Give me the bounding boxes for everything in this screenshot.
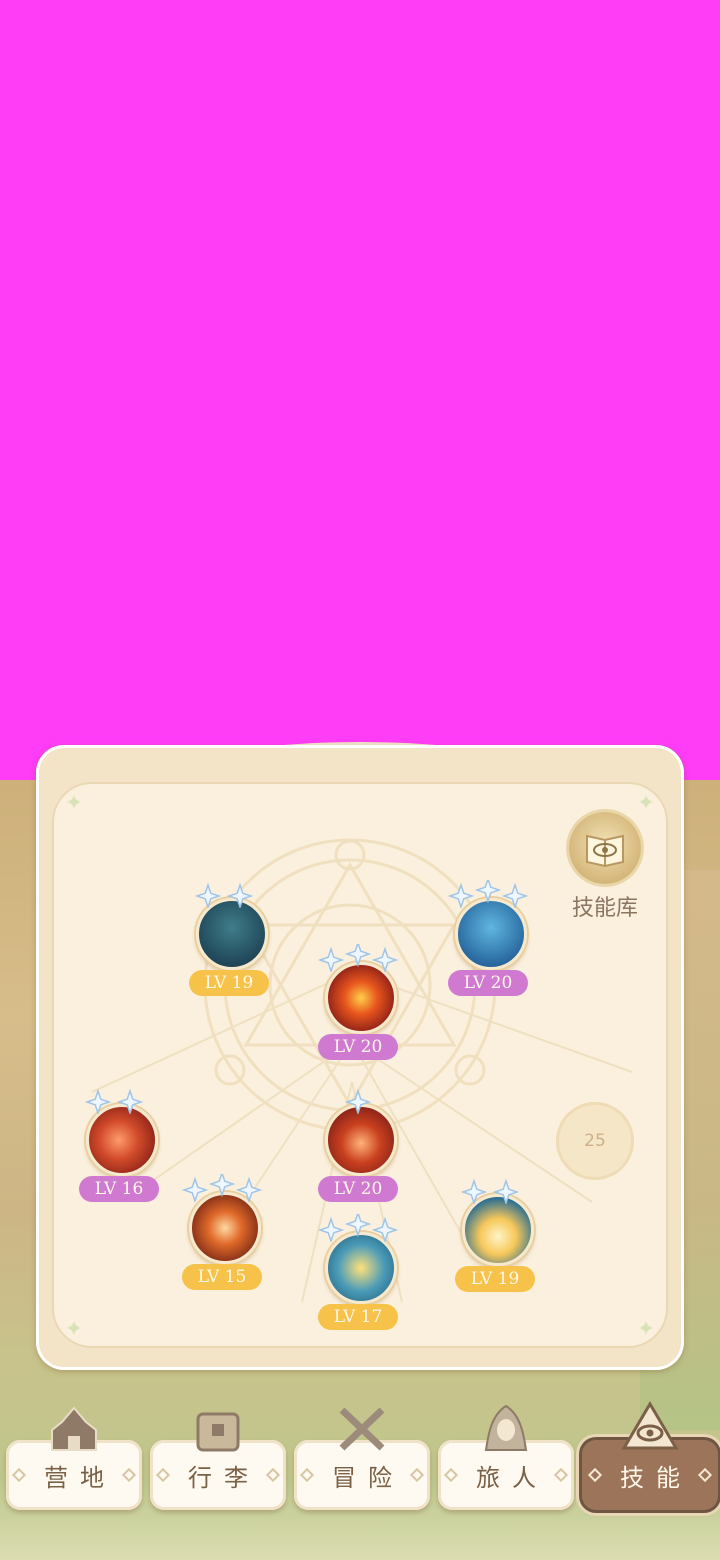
skill-level-badge: LV 19 <box>455 1266 535 1292</box>
fire-gem-icon <box>86 1104 158 1176</box>
star-icon <box>371 946 399 972</box>
ice-spike-icon <box>455 898 527 970</box>
nav-tab-label: 冒险 <box>332 1464 404 1492</box>
star-icon <box>344 944 372 968</box>
crossed-swords-icon <box>339 1407 385 1451</box>
star-icon <box>181 1176 209 1202</box>
skill-node-fire-spiral[interactable]: LV 15 <box>177 1174 267 1290</box>
star-rating <box>344 1088 372 1114</box>
star-icon <box>84 1088 112 1114</box>
nav-tab-label: 旅人 <box>476 1464 548 1492</box>
star-icon <box>447 882 475 908</box>
star-icon <box>226 882 254 908</box>
golden-flame-icon <box>462 1194 534 1266</box>
skill-level-badge: LV 16 <box>79 1176 159 1202</box>
star-rating <box>84 1088 144 1114</box>
fire-swirl-icon <box>189 1192 261 1264</box>
star-icon <box>371 1216 399 1242</box>
star-icon <box>501 882 529 908</box>
star-icon <box>317 946 345 972</box>
locked-slot-number: 25 <box>584 1131 606 1151</box>
skill-level-badge: LV 20 <box>318 1176 398 1202</box>
wind-swirl-icon <box>325 1232 397 1304</box>
skill-node-witch[interactable]: LV 19 <box>184 882 274 996</box>
skill-level-badge: LV 17 <box>318 1304 398 1330</box>
skill-level-badge: LV 19 <box>189 970 269 996</box>
eye-book-icon <box>569 812 641 884</box>
star-rating <box>181 1174 263 1202</box>
nav-tab-2[interactable]: 冒险 <box>294 1407 430 1510</box>
nav-tab-1[interactable]: 行李 <box>150 1412 286 1510</box>
game-scene: ✦ ✦ ✦ ✦ 技能库 LV 19 LV 20 LV 20 LV 16 LV 2… <box>0 0 720 1560</box>
skill-library-button[interactable]: 技能库 <box>560 812 650 922</box>
star-icon <box>460 1178 488 1204</box>
nav-tab-0[interactable]: 营地 <box>6 1406 142 1510</box>
hooded-traveler-icon <box>484 1404 528 1451</box>
skill-node-wind-spiral[interactable]: LV 17 <box>313 1214 403 1330</box>
camp-icon <box>51 1406 97 1451</box>
skill-node-fire-gem[interactable]: LV 16 <box>74 1088 164 1202</box>
star-icon <box>116 1088 144 1114</box>
fireball-icon <box>325 962 397 1034</box>
star-rating <box>317 944 399 972</box>
star-icon <box>474 880 502 904</box>
star-icon <box>235 1176 263 1202</box>
nav-tab-label: 行李 <box>188 1464 260 1492</box>
star-icon <box>344 1214 372 1238</box>
star-icon <box>492 1178 520 1204</box>
star-rating <box>447 880 529 908</box>
skill-node-meteor[interactable]: LV 20 <box>313 1088 403 1202</box>
locked-skill-slot[interactable]: 25 <box>556 1102 634 1180</box>
nav-tab-label: 技能 <box>620 1464 692 1492</box>
skill-level-badge: LV 15 <box>182 1264 262 1290</box>
nav-tab-4[interactable]: 技能 <box>582 1401 718 1510</box>
skill-node-ice-crown[interactable]: LV 20 <box>443 880 533 996</box>
blank-render-area <box>0 0 720 800</box>
bottom-nav: 营地 行李 冒险 旅人 技能 <box>0 1400 720 1560</box>
witch-broom-icon <box>196 898 268 970</box>
skill-node-golden-flame[interactable]: LV 19 <box>450 1178 540 1292</box>
star-icon <box>317 1216 345 1242</box>
nav-tab-label: 营地 <box>44 1464 116 1492</box>
nav-tab-3[interactable]: 旅人 <box>438 1404 574 1510</box>
skill-level-badge: LV 20 <box>318 1034 398 1060</box>
chest-icon <box>196 1412 240 1452</box>
star-icon <box>344 1088 372 1114</box>
star-rating <box>460 1178 520 1204</box>
star-icon <box>208 1174 236 1198</box>
meteor-icon <box>325 1104 397 1176</box>
skill-library-label: 技能库 <box>571 896 638 921</box>
skill-node-fireball[interactable]: LV 20 <box>313 944 403 1060</box>
star-rating <box>317 1214 399 1242</box>
star-icon <box>194 882 222 908</box>
skill-level-badge: LV 20 <box>448 970 528 996</box>
eye-emblem-icon <box>621 1401 679 1450</box>
star-rating <box>194 882 254 908</box>
